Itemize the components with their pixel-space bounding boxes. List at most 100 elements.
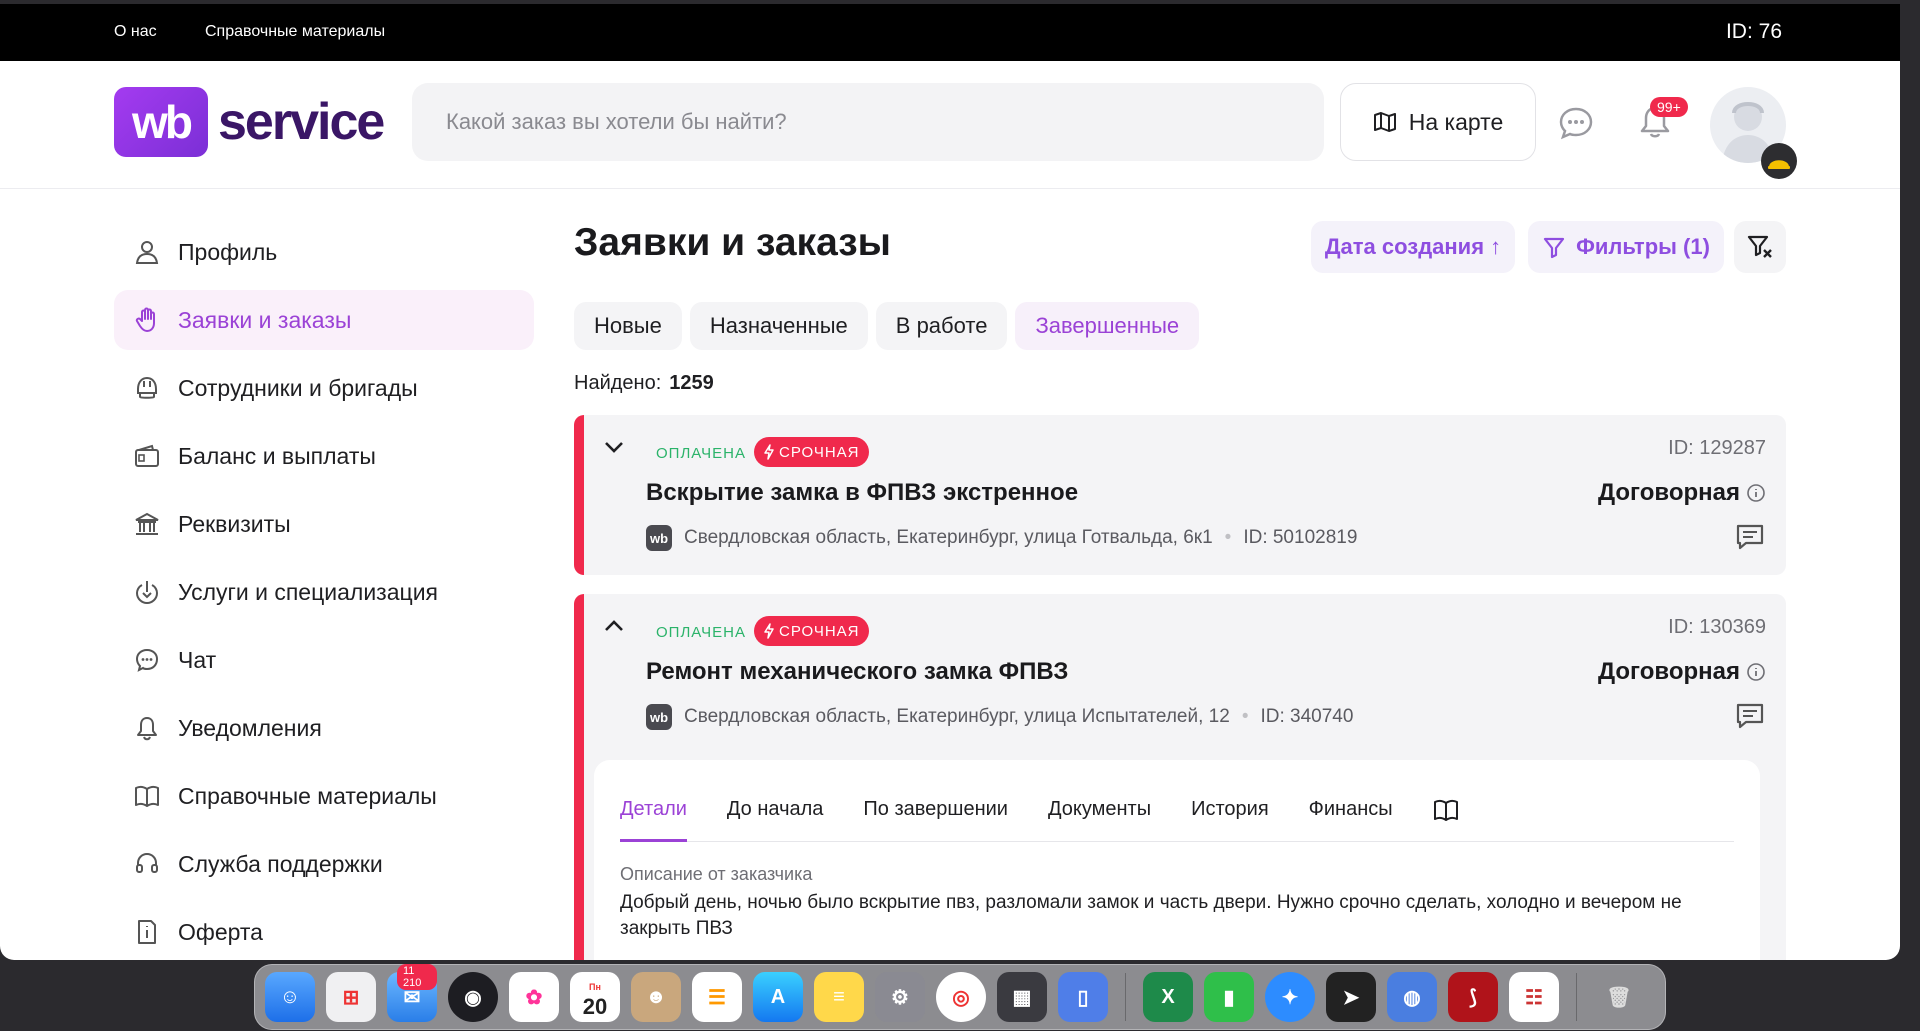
wb-service-logo[interactable]: wb service xyxy=(114,87,385,157)
sort-by-date-button[interactable]: Дата создания ↑ xyxy=(1311,221,1515,273)
tab-new[interactable]: Новые xyxy=(574,302,682,350)
sidebar-item-chat[interactable]: Чат xyxy=(114,630,534,690)
order-card[interactable]: ОПЛАЧЕНА СРОЧНАЯ ID: 130369 Ремонт механ… xyxy=(574,594,1786,960)
system-settings-icon[interactable]: ⚙ xyxy=(875,972,925,1022)
acrobat-icon[interactable]: ⟆ xyxy=(1448,972,1498,1022)
map-button-label: На карте xyxy=(1408,108,1504,135)
chevron-down-icon[interactable] xyxy=(600,433,628,461)
messages-icon[interactable] xyxy=(1558,105,1594,141)
sidebar-item-label: Реквизиты xyxy=(178,510,291,537)
sidebar-item-label: Чат xyxy=(178,646,217,673)
reference-link[interactable]: Справочные материалы xyxy=(205,23,385,41)
safari-icon[interactable]: ✦ xyxy=(1265,972,1315,1022)
macos-dock: ☺ ⊞ ✉ 11 210 ◉ ✿ Пн 20 ☻ ☰ A ≡ ⚙ ◎ ▦ ▯ X ▮… xyxy=(254,964,1666,1030)
reminders-icon[interactable]: ☰ xyxy=(692,972,742,1022)
paid-status-badge: ОПЛАЧЕНА xyxy=(656,445,746,462)
sidebar-item-offer[interactable]: Оферта xyxy=(114,902,534,960)
info-icon[interactable] xyxy=(1746,483,1766,503)
sidebar-item-label: Служба поддержки xyxy=(178,850,383,877)
mail-badge: 11 210 xyxy=(397,964,437,990)
search-box[interactable] xyxy=(412,83,1324,161)
photos-icon[interactable]: ✿ xyxy=(509,972,559,1022)
point-id: ID: 340740 xyxy=(1260,706,1354,727)
notes-icon[interactable]: ≡ xyxy=(814,972,864,1022)
user-icon xyxy=(132,237,162,267)
tab-documents[interactable]: Документы xyxy=(1048,794,1151,842)
order-card[interactable]: ОПЛАЧЕНА СРОЧНАЯ ID: 129287 Вскрытие зам… xyxy=(574,415,1786,575)
numbers-icon[interactable]: ▮ xyxy=(1204,972,1254,1022)
excel-icon[interactable]: X xyxy=(1143,972,1193,1022)
sidebar-item-reference[interactable]: Справочные материалы xyxy=(114,766,534,826)
tab-in-progress[interactable]: В работе xyxy=(875,302,1008,350)
main-content: Заявки и заказы Дата создания ↑ Фильтры … xyxy=(574,189,1786,960)
clear-filters-button[interactable] xyxy=(1734,221,1786,273)
dot-separator: • xyxy=(1241,706,1249,727)
book-icon xyxy=(1433,799,1458,821)
tab-details[interactable]: Детали xyxy=(620,794,687,842)
order-price-label: Договорная xyxy=(1598,479,1740,506)
filter-icon xyxy=(1543,237,1565,259)
sidebar-item-support[interactable]: Служба поддержки xyxy=(114,834,534,894)
simulator-icon[interactable]: ▯ xyxy=(1058,972,1108,1022)
bell-icon xyxy=(132,713,162,743)
chevron-up-icon[interactable] xyxy=(600,612,628,640)
sidebar-item-label: Справочные материалы xyxy=(178,782,437,809)
textedit-icon[interactable]: ☷ xyxy=(1509,972,1559,1022)
filter-clear-icon xyxy=(1747,235,1772,258)
sidebar-item-label: Услуги и специализация xyxy=(178,578,438,605)
tab-before-start[interactable]: До начала xyxy=(727,794,824,842)
urgent-badge-label: СРОЧНАЯ xyxy=(779,443,860,461)
dot-separator: • xyxy=(1224,527,1232,548)
chrome-icon[interactable]: ◎ xyxy=(936,972,986,1022)
top-bar: О нас Справочные материалы ID: 76 xyxy=(0,4,1900,61)
sidebar-item-orders[interactable]: Заявки и заказы xyxy=(114,290,534,350)
calendar-icon[interactable]: Пн 20 xyxy=(570,972,620,1022)
sidebar-item-services[interactable]: Услуги и специализация xyxy=(114,562,534,622)
headset-icon xyxy=(132,849,162,879)
filters-button[interactable]: Фильтры (1) xyxy=(1528,221,1724,273)
header: wb service На карте 99+ xyxy=(0,61,1900,189)
message-icon[interactable] xyxy=(1734,521,1766,553)
tab-assigned[interactable]: Назначенные xyxy=(689,302,868,350)
trash-icon[interactable]: 🗑 xyxy=(1594,972,1644,1022)
search-input[interactable] xyxy=(412,83,1324,161)
tab-after-completion[interactable]: По завершении xyxy=(863,794,1008,842)
message-icon[interactable] xyxy=(1734,700,1766,732)
finder-icon[interactable]: ☺ xyxy=(265,972,315,1022)
logo-text: service xyxy=(218,93,385,151)
order-status-tabs: Новые Назначенные В работе Завершенные xyxy=(574,302,1200,350)
point-id: ID: 50102819 xyxy=(1243,527,1358,548)
map-icon xyxy=(1373,112,1396,132)
page-title: Заявки и заказы xyxy=(574,221,891,264)
sidebar-item-profile[interactable]: Профиль xyxy=(114,222,534,282)
order-details-panel: Детали До начала По завершении Документы… xyxy=(594,760,1760,960)
tab-history[interactable]: История xyxy=(1191,794,1269,842)
wb-point-icon: wb xyxy=(646,525,672,551)
mail-icon[interactable]: ✉ 11 210 xyxy=(387,964,437,1022)
user-id-label: ID: 76 xyxy=(1725,20,1782,43)
tab-completed[interactable]: Завершенные xyxy=(1015,302,1200,350)
map-button[interactable]: На карте xyxy=(1340,83,1536,161)
about-link[interactable]: О нас xyxy=(114,23,157,41)
sidebar-item-label: Заявки и заказы xyxy=(178,306,352,333)
notifications-badge: 99+ xyxy=(1650,97,1688,117)
urgent-badge: СРОЧНАЯ xyxy=(754,437,869,467)
order-price: Договорная xyxy=(1598,479,1766,507)
calculator-icon[interactable]: ▦ xyxy=(997,972,1047,1022)
sidebar-item-notifications[interactable]: Уведомления xyxy=(114,698,534,758)
info-icon[interactable] xyxy=(1746,662,1766,682)
sidebar-item-balance[interactable]: Баланс и выплаты xyxy=(114,426,534,486)
database-icon[interactable]: ◍ xyxy=(1387,972,1437,1022)
tab-reference-book[interactable] xyxy=(1433,794,1459,842)
contacts-icon[interactable]: ☻ xyxy=(631,972,681,1022)
tab-finances[interactable]: Финансы xyxy=(1309,794,1393,842)
sidebar-item-requisites[interactable]: Реквизиты xyxy=(114,494,534,554)
app-store-icon[interactable]: A xyxy=(753,972,803,1022)
sidebar-item-staff[interactable]: Сотрудники и бригады xyxy=(114,358,534,418)
order-id: ID: 130369 xyxy=(1668,616,1766,638)
description-label: Описание от заказчика xyxy=(620,864,813,884)
camera-app-icon[interactable]: ◉ xyxy=(448,972,498,1022)
order-id: ID: 129287 xyxy=(1668,437,1766,459)
launchpad-icon[interactable]: ⊞ xyxy=(326,972,376,1022)
paper-plane-icon[interactable]: ➤ xyxy=(1326,972,1376,1022)
